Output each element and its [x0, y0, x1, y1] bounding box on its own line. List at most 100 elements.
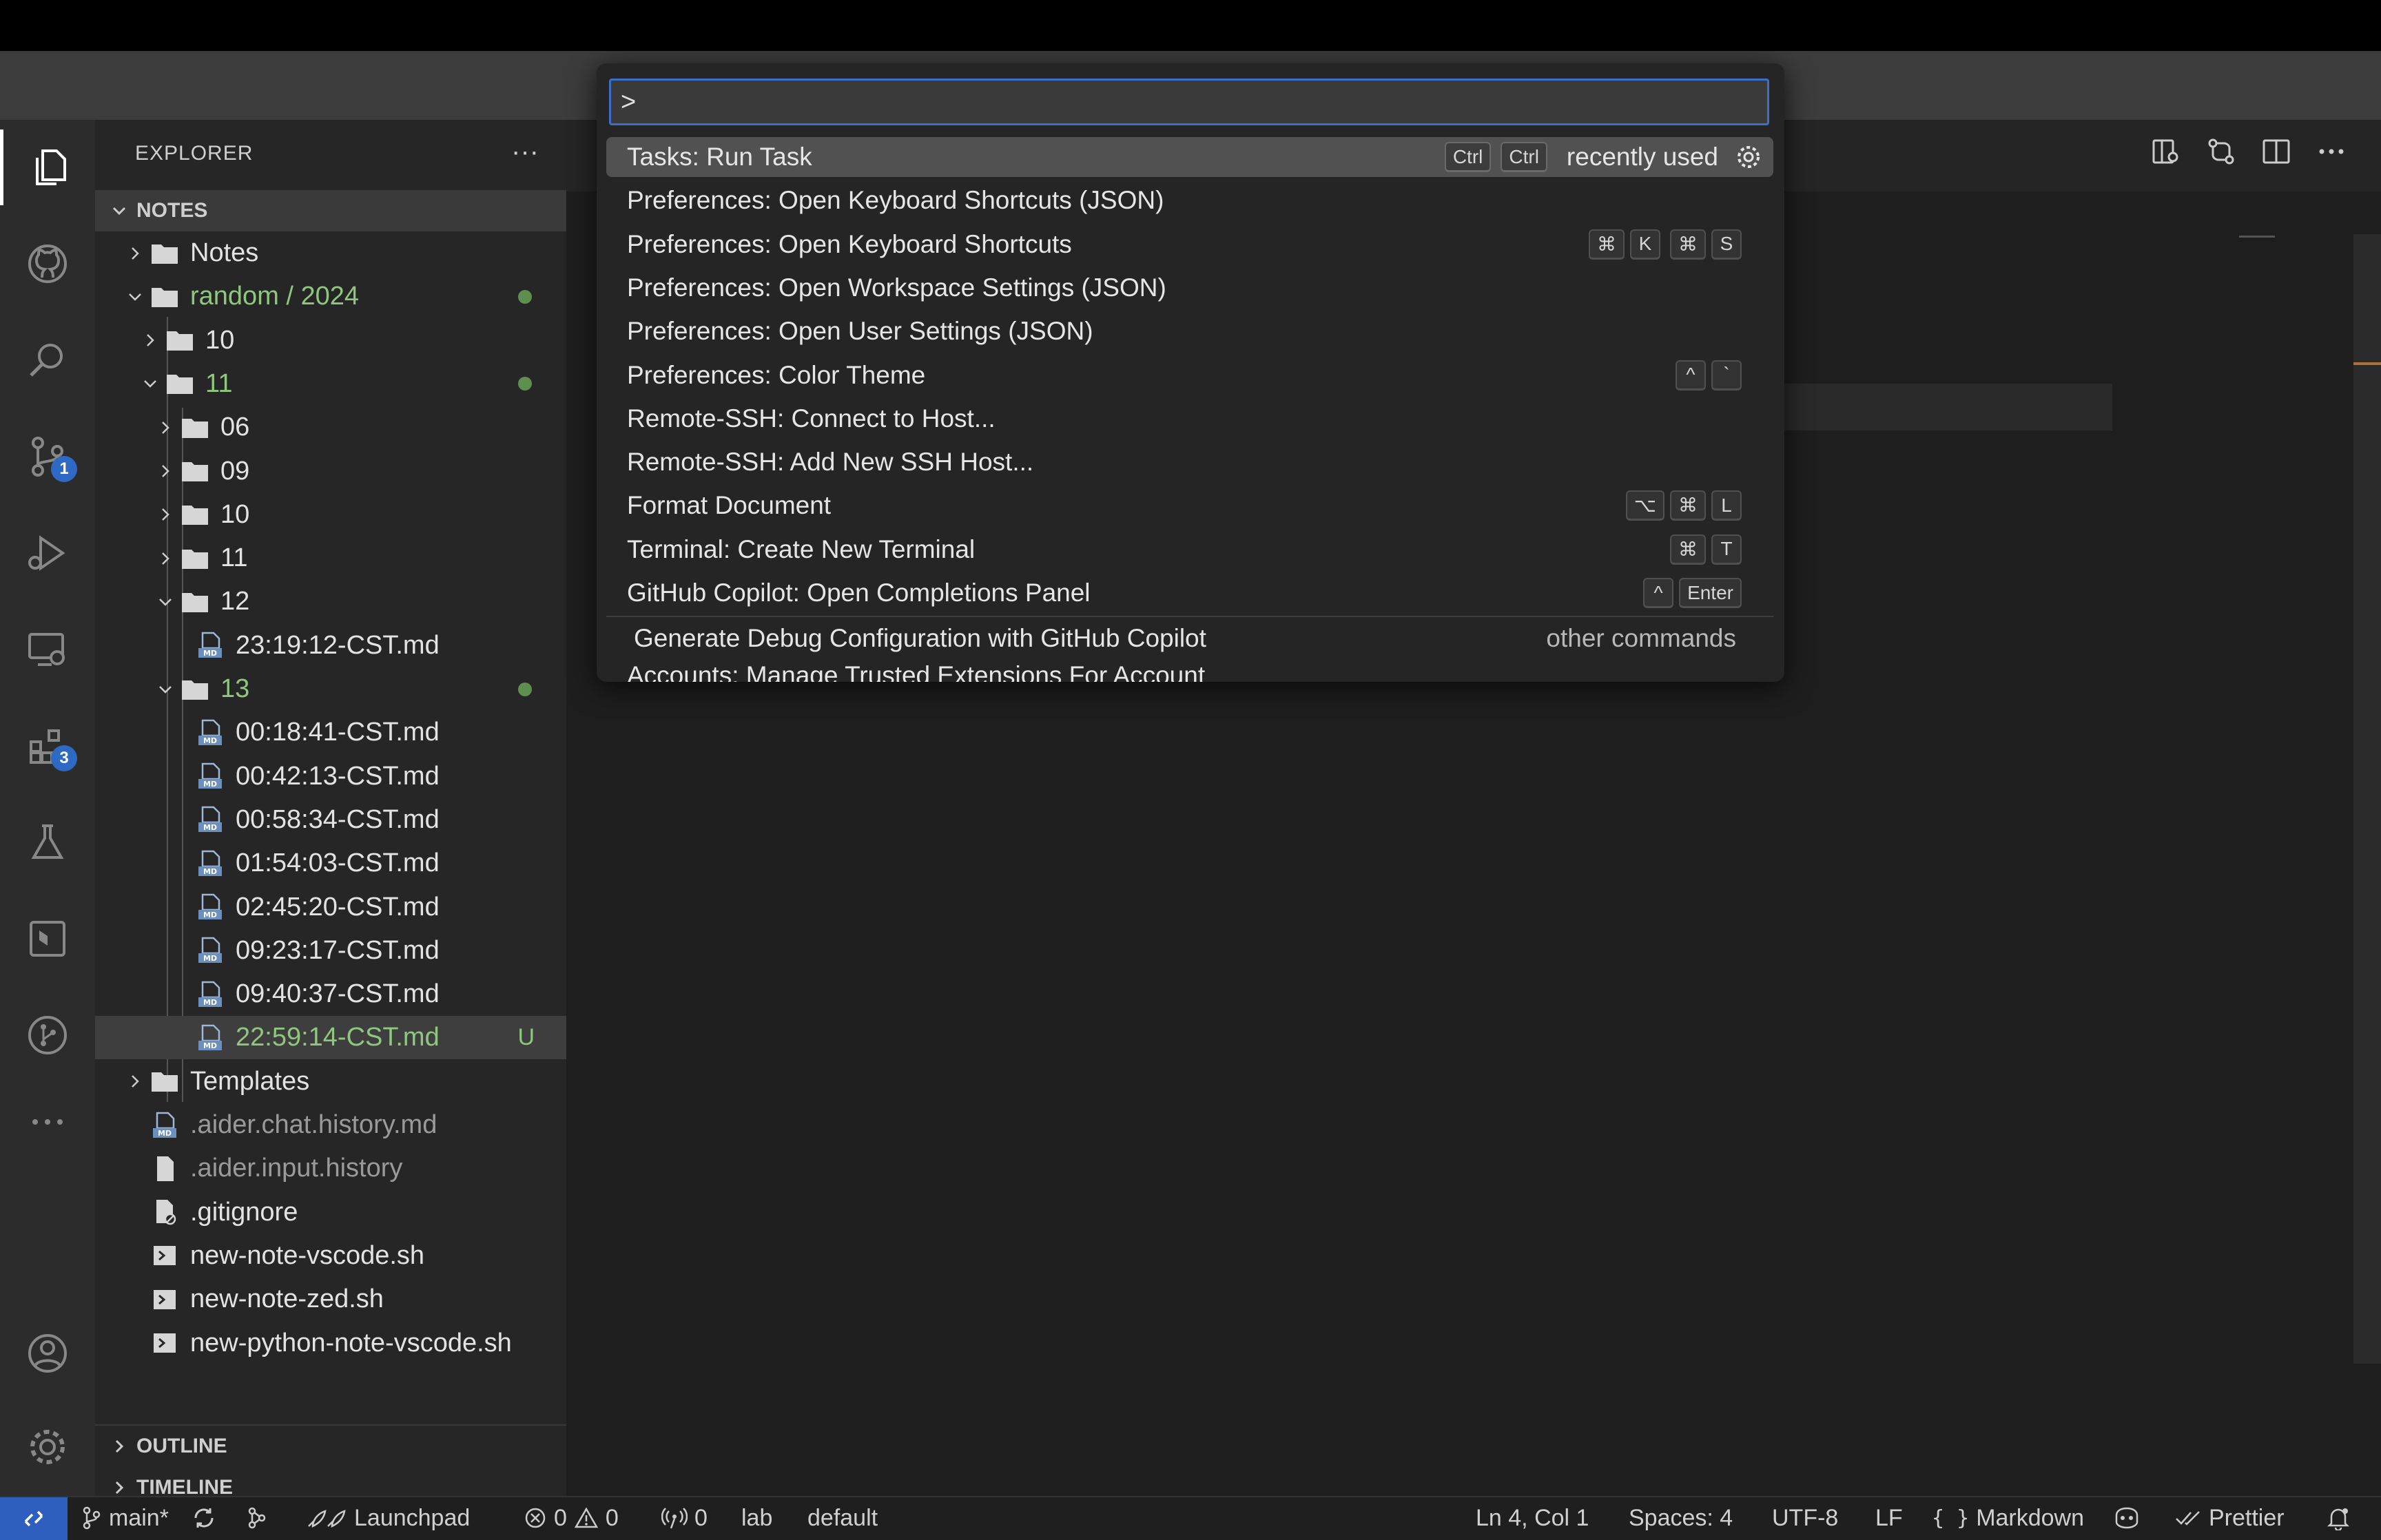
- tree-item-label: 00:42:13-CST.md: [236, 761, 440, 791]
- run-debug-icon[interactable]: [0, 515, 95, 591]
- open-changes-icon[interactable]: [2206, 136, 2236, 167]
- tree-file[interactable]: MD 02:45:20-CST.md: [95, 886, 566, 929]
- more-views-icon[interactable]: [0, 1084, 95, 1160]
- source-control-badge: 1: [51, 456, 77, 482]
- status-bar: main* Launchpad 0 0 0 lab default Ln 4, …: [0, 1496, 2381, 1540]
- cursor-position[interactable]: Ln 4, Col 1: [1476, 1497, 1589, 1539]
- tree-file[interactable]: .aider.input.history: [95, 1147, 566, 1190]
- tree-file[interactable]: .gitignore: [95, 1191, 566, 1234]
- remote-explorer-icon[interactable]: [0, 612, 95, 687]
- ports-status[interactable]: 0: [661, 1497, 708, 1539]
- branch-status[interactable]: main*: [81, 1497, 169, 1539]
- testing-icon[interactable]: [0, 804, 95, 880]
- git-graph-status-icon[interactable]: [245, 1497, 269, 1539]
- language-mode[interactable]: { } Markdown: [1932, 1497, 2084, 1539]
- tree-folder[interactable]: 12: [95, 580, 566, 623]
- copilot-status-icon[interactable]: [2112, 1497, 2141, 1539]
- tree-file[interactable]: MD 09:23:17-CST.md: [95, 929, 566, 972]
- accounts-icon[interactable]: [0, 1315, 95, 1391]
- tree-file[interactable]: MD 01:54:03-CST.md: [95, 842, 566, 885]
- explorer-icon[interactable]: [0, 129, 95, 205]
- tree-folder[interactable]: 06: [95, 406, 566, 449]
- tree-file[interactable]: new-note-zed.sh: [95, 1278, 566, 1321]
- tree-file[interactable]: MD 00:58:34-CST.md: [95, 798, 566, 842]
- source-control-icon[interactable]: 1: [0, 419, 95, 495]
- palette-item[interactable]: Remote-SSH: Add New SSH Host...: [606, 442, 1773, 482]
- notes-section-header[interactable]: NOTES: [95, 190, 566, 231]
- search-icon[interactable]: [0, 322, 95, 398]
- host-status[interactable]: lab: [741, 1497, 772, 1539]
- more-actions-icon[interactable]: [2316, 136, 2347, 167]
- palette-item-label: Preferences: Open Workspace Settings (JS…: [627, 273, 1166, 302]
- manage-gear-icon[interactable]: [0, 1409, 95, 1485]
- palette-item[interactable]: Preferences: Open User Settings (JSON): [606, 311, 1773, 351]
- palette-item[interactable]: Tasks: Run Task Ctrl Ctrl recently used: [606, 137, 1773, 177]
- palette-item-other[interactable]: Generate Debug Configuration with GitHub…: [606, 618, 1773, 658]
- remote-indicator[interactable]: [0, 1497, 68, 1540]
- chevron-right-icon: [152, 550, 179, 568]
- split-editor-icon[interactable]: [2261, 136, 2291, 167]
- palette-item[interactable]: Preferences: Color Theme ^ `: [606, 355, 1773, 395]
- tree-item-label: 10: [205, 325, 235, 355]
- tree-item-label: Templates: [190, 1066, 310, 1096]
- terraform-icon[interactable]: [0, 901, 95, 977]
- tree-item-label: 13: [220, 674, 250, 703]
- tree-folder[interactable]: Templates: [95, 1060, 566, 1103]
- tree-folder[interactable]: 09: [95, 450, 566, 493]
- tree-folder[interactable]: 13: [95, 667, 566, 711]
- tree-file[interactable]: MD 23:19:12-CST.md: [95, 624, 566, 667]
- palette-item[interactable]: Format Document ⌥ ⌘ L: [606, 486, 1773, 526]
- palette-item[interactable]: Preferences: Open Keyboard Shortcuts ⌘ K ⌘ S: [606, 225, 1773, 264]
- open-preview-icon[interactable]: [2151, 136, 2181, 167]
- command-palette-input[interactable]: >: [609, 79, 1769, 125]
- palette-item[interactable]: GitHub Copilot: Open Completions Panel ^ E…: [606, 573, 1773, 613]
- key-cap: S: [1711, 229, 1742, 260]
- markdown-file-icon: MD: [194, 1024, 226, 1052]
- tree-folder[interactable]: 11: [95, 537, 566, 580]
- outline-section-header[interactable]: OUTLINE: [95, 1424, 566, 1467]
- encoding-status[interactable]: UTF-8: [1772, 1497, 1838, 1539]
- chevron-right-icon: [121, 244, 149, 262]
- notifications-bell-icon[interactable]: [2326, 1497, 2351, 1539]
- palette-item-cutoff[interactable]: Accounts: Manage Trusted Extensions For …: [627, 661, 1205, 682]
- palette-item[interactable]: Preferences: Open Keyboard Shortcuts (JS…: [606, 180, 1773, 220]
- prettier-status[interactable]: Prettier: [2174, 1497, 2285, 1539]
- profile-status[interactable]: default: [807, 1497, 878, 1539]
- palette-item[interactable]: Terminal: Create New Terminal ⌘ T: [606, 530, 1773, 570]
- git-graph-icon[interactable]: [0, 997, 95, 1073]
- sync-icon[interactable]: [192, 1497, 216, 1539]
- github-icon[interactable]: [0, 226, 95, 302]
- extensions-icon[interactable]: 3: [0, 708, 95, 784]
- tree-file[interactable]: MD 00:18:41-CST.md: [95, 711, 566, 754]
- double-check-icon: [2176, 1511, 2200, 1526]
- indentation-status[interactable]: Spaces: 4: [1629, 1497, 1733, 1539]
- tree-folder[interactable]: 10: [95, 319, 566, 362]
- tree-file[interactable]: new-python-note-vscode.sh: [95, 1322, 566, 1365]
- problems-status[interactable]: 0 0: [524, 1497, 619, 1539]
- explorer-sidebar: EXPLORER ··· NOTES Notes random / 2024 10 1…: [95, 120, 566, 1499]
- tree-file[interactable]: MD 00:42:13-CST.md: [95, 755, 566, 798]
- eol-status[interactable]: LF: [1875, 1497, 1903, 1539]
- tree-file[interactable]: MD .aider.chat.history.md: [95, 1103, 566, 1147]
- tree-file[interactable]: MD 09:40:37-CST.md: [95, 972, 566, 1016]
- tree-folder[interactable]: 10: [95, 493, 566, 537]
- tree-file[interactable]: new-note-vscode.sh: [95, 1234, 566, 1278]
- explorer-more-actions[interactable]: ···: [511, 136, 539, 167]
- keybinding: ^ Enter: [1643, 578, 1742, 608]
- tree-folder[interactable]: Notes: [95, 231, 566, 275]
- tree-folder[interactable]: random / 2024: [95, 275, 566, 318]
- svg-text:MD: MD: [203, 823, 217, 832]
- folder-icon: [179, 676, 211, 703]
- palette-item[interactable]: Preferences: Open Workspace Settings (JS…: [606, 268, 1773, 308]
- activity-bar: 1 3: [0, 120, 95, 1496]
- folder-icon: [164, 326, 196, 354]
- svg-text:MD: MD: [203, 736, 217, 745]
- palette-item[interactable]: Remote-SSH: Connect to Host...: [606, 399, 1773, 439]
- tree-folder[interactable]: 11: [95, 362, 566, 406]
- configure-keybinding-gear-icon[interactable]: [1735, 143, 1762, 171]
- launchpad-status[interactable]: Launchpad: [306, 1497, 470, 1539]
- editor-scrollbar[interactable]: [2353, 234, 2381, 1364]
- git-modified-dot: [518, 682, 532, 696]
- tree-file[interactable]: MD 22:59:14-CST.md U: [95, 1016, 566, 1060]
- git-modified-dot: [518, 377, 532, 391]
